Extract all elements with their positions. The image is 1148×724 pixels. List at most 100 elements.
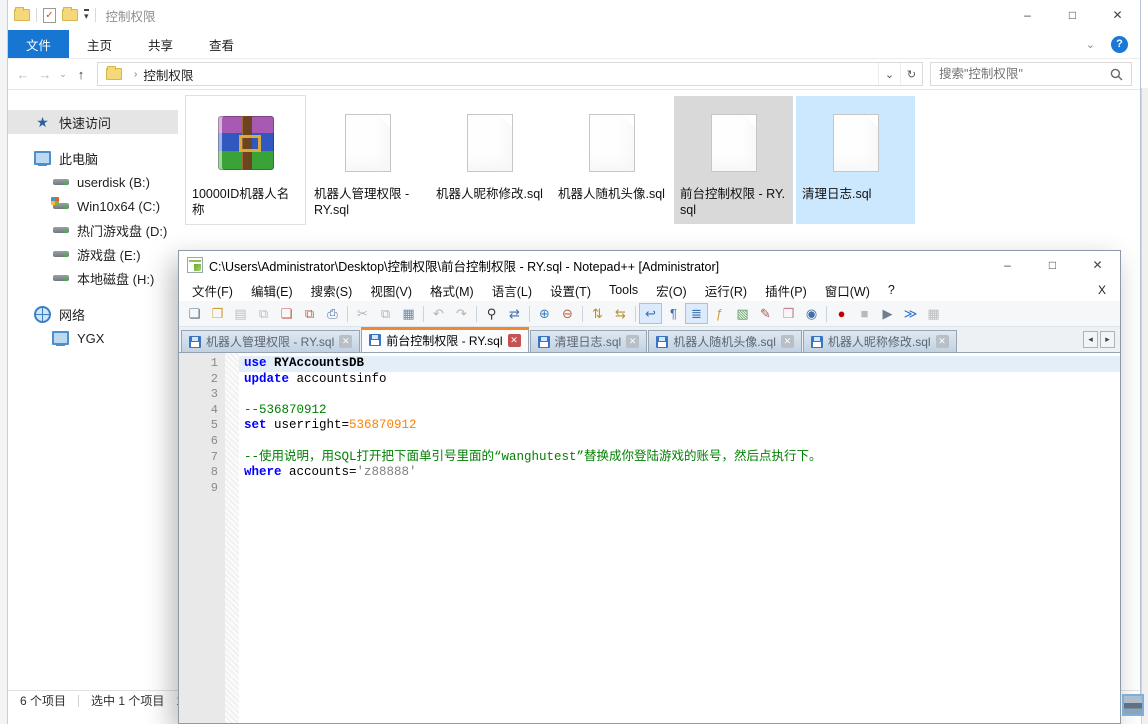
sync-horizontal-scroll-icon[interactable]: ⇆ [609,303,632,324]
minimize-button[interactable]: – [985,251,1030,279]
tab-scroll-left[interactable]: ◂ [1083,331,1098,348]
function-list-icon[interactable]: ƒ [708,303,731,324]
code-area[interactable]: use RYAccountsDBupdate accountsinfo--536… [239,353,1120,723]
sidebar-item-本地磁盘 (H:)[interactable]: 本地磁盘 (H:) [8,266,178,290]
menu-item-格式(M)[interactable]: 格式(M) [421,279,483,302]
code-line: --使用说明，用SQL打开把下面单引号里面的“wanghutest”替换成你登陆… [239,450,1120,466]
folder-as-workspace-icon[interactable]: ❒ [777,303,800,324]
monitoring-icon[interactable]: ◉ [800,303,823,324]
ribbon-tab-文件[interactable]: 文件 [8,30,69,58]
maximize-button[interactable]: □ [1030,251,1075,279]
menu-item-?[interactable]: ? [879,281,904,299]
file-item[interactable]: 清理日志.sql [796,96,915,224]
menu-item-编辑(E)[interactable]: 编辑(E) [242,279,302,302]
menu-item-搜索(S)[interactable]: 搜索(S) [302,279,362,302]
thumbnail-tray-icon[interactable] [1122,694,1144,716]
macro-run-multiple-icon[interactable]: ≫ [899,303,922,324]
checkmark-icon[interactable]: ✓ [43,8,56,23]
tab-scroll-buttons: ◂▸ [1083,331,1115,348]
sidebar-item-快速访问[interactable]: 快速访问 [8,110,178,134]
bookmark-margin[interactable] [225,353,239,723]
menu-item-语言(L)[interactable]: 语言(L) [483,279,541,302]
tab-close-icon[interactable]: ✕ [781,335,794,348]
tab-close-icon[interactable]: ✕ [626,335,639,348]
document-map-icon[interactable]: ▧ [731,303,754,324]
word-wrap-icon[interactable]: ↩ [639,303,662,324]
close-button[interactable]: ✕ [1095,0,1140,30]
search-input[interactable] [939,67,1110,81]
refresh-button[interactable]: ↻ [900,63,922,85]
file-item[interactable]: 机器人随机头像.sql [552,96,671,224]
document-tab[interactable]: 机器人随机头像.sql✕ [648,330,802,352]
sidebar-item-网络[interactable]: 网络 [8,302,178,326]
tab-scroll-right[interactable]: ▸ [1100,331,1115,348]
code-line [239,481,1120,497]
file-item[interactable]: 机器人管理权限 - RY.sql [308,96,427,224]
search-box[interactable] [930,62,1132,86]
document-list-icon[interactable]: ✎ [754,303,777,324]
file-item[interactable]: 机器人昵称修改.sql [430,96,549,224]
file-item[interactable]: 前台控制权限 - RY.sql [674,96,793,224]
address-bar[interactable]: › 控制权限 ⌄↻ [97,62,923,86]
sidebar-item-热门游戏盘 (D:)[interactable]: 热门游戏盘 (D:) [8,218,178,242]
menu-item-窗口(W)[interactable]: 窗口(W) [816,279,879,302]
tab-close-icon[interactable]: ✕ [339,335,352,348]
ribbon-collapse-chevron-icon[interactable]: ⌄ [1086,38,1095,51]
editor[interactable]: 123456789 use RYAccountsDBupdate account… [179,352,1120,723]
items-count: 6 个项目 [20,692,66,709]
menu-item-运行(R)[interactable]: 运行(R) [696,279,756,302]
menu-item-插件(P)[interactable]: 插件(P) [756,279,816,302]
breadcrumb[interactable]: 控制权限 [143,65,193,84]
sidebar-item-游戏盘 (E:)[interactable]: 游戏盘 (E:) [8,242,178,266]
navigation-bar: ←→⌄↑ › 控制权限 ⌄↻ [8,59,1140,90]
close-button[interactable]: ✕ [1075,251,1120,279]
close-document-x[interactable]: X [1084,283,1120,297]
breadcrumb-chevron-icon: › [134,69,137,80]
sidebar-item-YGX[interactable]: YGX [8,326,178,350]
document-tab[interactable]: 机器人昵称修改.sql✕ [803,330,957,352]
sync-vertical-scroll-icon[interactable]: ⇅ [586,303,609,324]
macro-record-icon[interactable]: ● [830,303,853,324]
print-icon[interactable]: ⎙ [321,303,344,324]
close-file-icon[interactable]: ❏ [275,303,298,324]
show-all-characters-icon[interactable]: ¶ [662,303,685,324]
sidebar-item-userdisk (B:)[interactable]: userdisk (B:) [8,170,178,194]
tab-close-icon[interactable]: ✕ [936,335,949,348]
new-file-icon[interactable]: ❏ [183,303,206,324]
sidebar-item-Win10x64 (C:)[interactable]: Win10x64 (C:) [8,194,178,218]
document-tab[interactable]: 机器人管理权限 - RY.sql✕ [181,330,360,352]
address-dropdown[interactable]: ⌄ [878,63,900,85]
drive-icon [52,174,69,190]
up-button[interactable]: ↑ [70,63,92,85]
close-all-icon[interactable]: ⧉ [298,303,321,324]
indent-guide-icon[interactable]: ≣ [685,303,708,324]
menu-item-视图(V)[interactable]: 视图(V) [361,279,421,302]
drive-icon [52,246,69,262]
qat-customize-chevron-icon[interactable]: ▾ [84,9,89,21]
menu-item-宏(O)[interactable]: 宏(O) [647,279,696,302]
new-folder-icon[interactable] [62,9,78,21]
sidebar-item-此电脑[interactable]: 此电脑 [8,146,178,170]
file-item[interactable]: 10000ID机器人名称 [186,96,305,224]
tab-close-icon[interactable]: ✕ [508,334,521,347]
document-tab[interactable]: 前台控制权限 - RY.sql✕ [361,327,528,352]
document-tab[interactable]: 清理日志.sql✕ [530,330,648,352]
help-icon[interactable]: ? [1111,36,1128,53]
menu-item-Tools[interactable]: Tools [600,281,647,299]
paste-icon[interactable]: ▦ [397,303,420,324]
menu-item-文件(F)[interactable]: 文件(F) [183,279,242,302]
zoom-out-icon[interactable]: ⊖ [556,303,579,324]
sidebar-item-label: YGX [77,331,104,346]
menu-item-设置(T)[interactable]: 设置(T) [541,279,600,302]
open-folder-icon[interactable]: ❒ [206,303,229,324]
minimize-button[interactable]: – [1005,0,1050,30]
find-icon[interactable]: ⚲ [480,303,503,324]
ribbon-tab-共享[interactable]: 共享 [130,30,191,58]
macro-play-icon[interactable]: ▶ [876,303,899,324]
ribbon-tab-查看[interactable]: 查看 [191,30,252,58]
macro-save-icon: ▦ [922,303,945,324]
replace-icon[interactable]: ⇄ [503,303,526,324]
maximize-button[interactable]: □ [1050,0,1095,30]
ribbon-tab-主页[interactable]: 主页 [69,30,130,58]
zoom-in-icon[interactable]: ⊕ [533,303,556,324]
